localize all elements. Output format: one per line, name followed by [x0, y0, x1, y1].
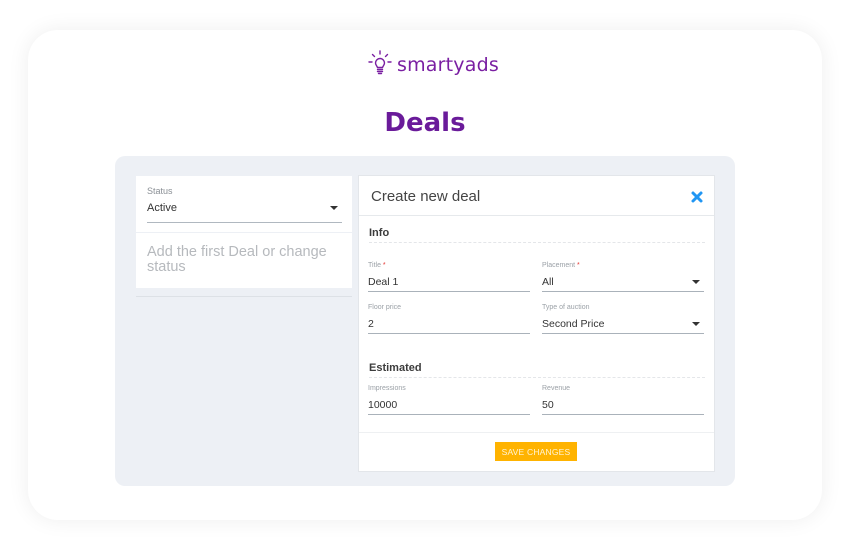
title-field: Title * Deal 1 [368, 262, 530, 292]
revenue-label: Revenue [542, 385, 571, 392]
deals-list-card: Status Active Add the first Deal or chan… [136, 176, 352, 288]
placement-label: Placement [542, 262, 576, 269]
floor-price-field: Floor price 2 [368, 304, 530, 334]
title-value: Deal 1 [368, 275, 399, 288]
placement-select[interactable]: All [542, 272, 704, 292]
empty-state-message: Add the first Deal or change status [147, 244, 327, 275]
title-input[interactable]: Deal 1 [368, 272, 530, 292]
revenue-field: Revenue 50 [542, 385, 704, 415]
auction-type-select[interactable]: Second Price [542, 314, 704, 334]
status-select[interactable]: Active [147, 196, 342, 223]
impressions-field: Impressions 10000 [368, 385, 530, 415]
auction-type-value: Second Price [542, 317, 605, 330]
required-mark: * [577, 262, 580, 269]
impressions-value: 10000 [368, 398, 398, 411]
placement-value: All [542, 275, 554, 288]
title-label: Title [368, 262, 381, 269]
section-divider [369, 242, 705, 243]
create-deal-form: Create new deal Info Title * Deal 1 Plac… [358, 175, 715, 472]
lightbulb-icon [365, 48, 395, 83]
brand-name: smartyads [397, 54, 499, 76]
status-label: Status [147, 186, 173, 196]
floor-price-input[interactable]: 2 [368, 314, 530, 334]
close-button[interactable] [690, 190, 704, 204]
impressions-input[interactable]: 10000 [368, 395, 530, 415]
required-mark: * [382, 262, 386, 269]
footer-divider [359, 432, 714, 433]
caret-down-icon [330, 206, 338, 210]
status-filter: Status Active [147, 186, 342, 223]
form-title: Create new deal [371, 188, 481, 205]
brand-logo: smartyads [365, 48, 499, 83]
revenue-input[interactable]: 50 [542, 395, 704, 415]
placement-field: Placement * All [542, 262, 704, 292]
floor-price-value: 2 [368, 317, 374, 330]
impressions-label: Impressions [368, 385, 406, 392]
floor-price-label: Floor price [368, 304, 402, 311]
caret-down-icon [692, 279, 700, 284]
save-changes-button[interactable]: SAVE CHANGES [495, 442, 577, 461]
auction-type-field: Type of auction Second Price [542, 304, 704, 334]
section-estimated-title: Estimated [369, 362, 422, 374]
form-header: Create new deal [359, 176, 714, 216]
section-info-title: Info [369, 227, 390, 239]
status-value: Active [147, 202, 177, 214]
page-title: Deals [384, 108, 466, 138]
divider [136, 296, 352, 297]
section-divider [369, 377, 705, 378]
caret-down-icon [692, 321, 700, 326]
revenue-value: 50 [542, 398, 554, 411]
close-icon [691, 191, 703, 203]
divider [136, 232, 352, 233]
auction-type-label: Type of auction [542, 304, 590, 311]
